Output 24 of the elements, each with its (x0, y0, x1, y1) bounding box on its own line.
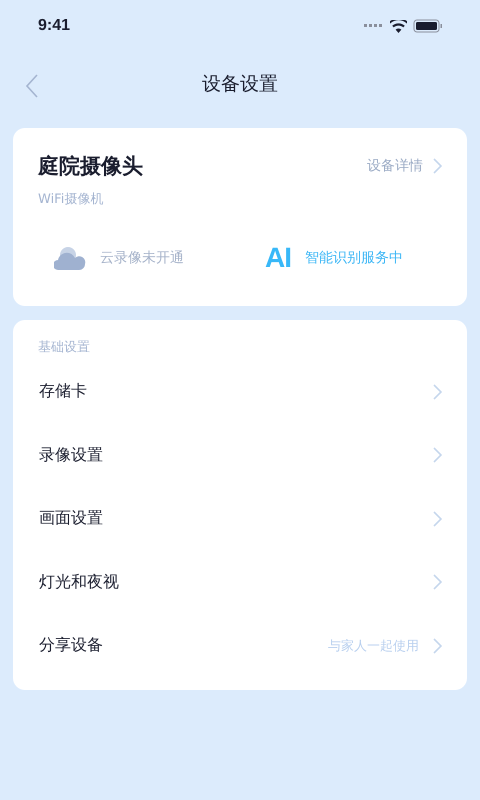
ai-label: AI (265, 242, 291, 274)
settings-row[interactable]: 存储卡 (38, 360, 442, 424)
chevron-icon (433, 638, 442, 654)
service-status: 云录像未开通 (100, 249, 184, 267)
page-title: 设备设置 (202, 72, 278, 97)
back-button[interactable] (26, 74, 38, 98)
settings-row[interactable]: 灯光和夜视 (38, 550, 442, 614)
section-title: 基础设置 (38, 339, 91, 357)
cloud-icon (54, 246, 86, 270)
settings-row[interactable]: 录像设置 (38, 424, 442, 487)
chevron-icon (433, 384, 442, 400)
chevron-icon (433, 574, 442, 590)
signal-icon (364, 24, 384, 28)
wifi-icon (390, 20, 407, 32)
battery-icon (413, 19, 443, 33)
settings-row[interactable]: 画面设置 (38, 487, 442, 550)
device-name: 庭院摄像头 (38, 153, 143, 180)
chevron-icon (433, 158, 442, 174)
device-type: WiFi摄像机 (38, 191, 104, 208)
chevron-icon (433, 510, 442, 527)
status-time: 9:41 (38, 17, 70, 35)
chevron-icon (433, 447, 442, 464)
settings-row[interactable]: 分享设备 与家人一起使用 (38, 614, 442, 678)
service-status: 智能识别服务中 (305, 249, 403, 267)
